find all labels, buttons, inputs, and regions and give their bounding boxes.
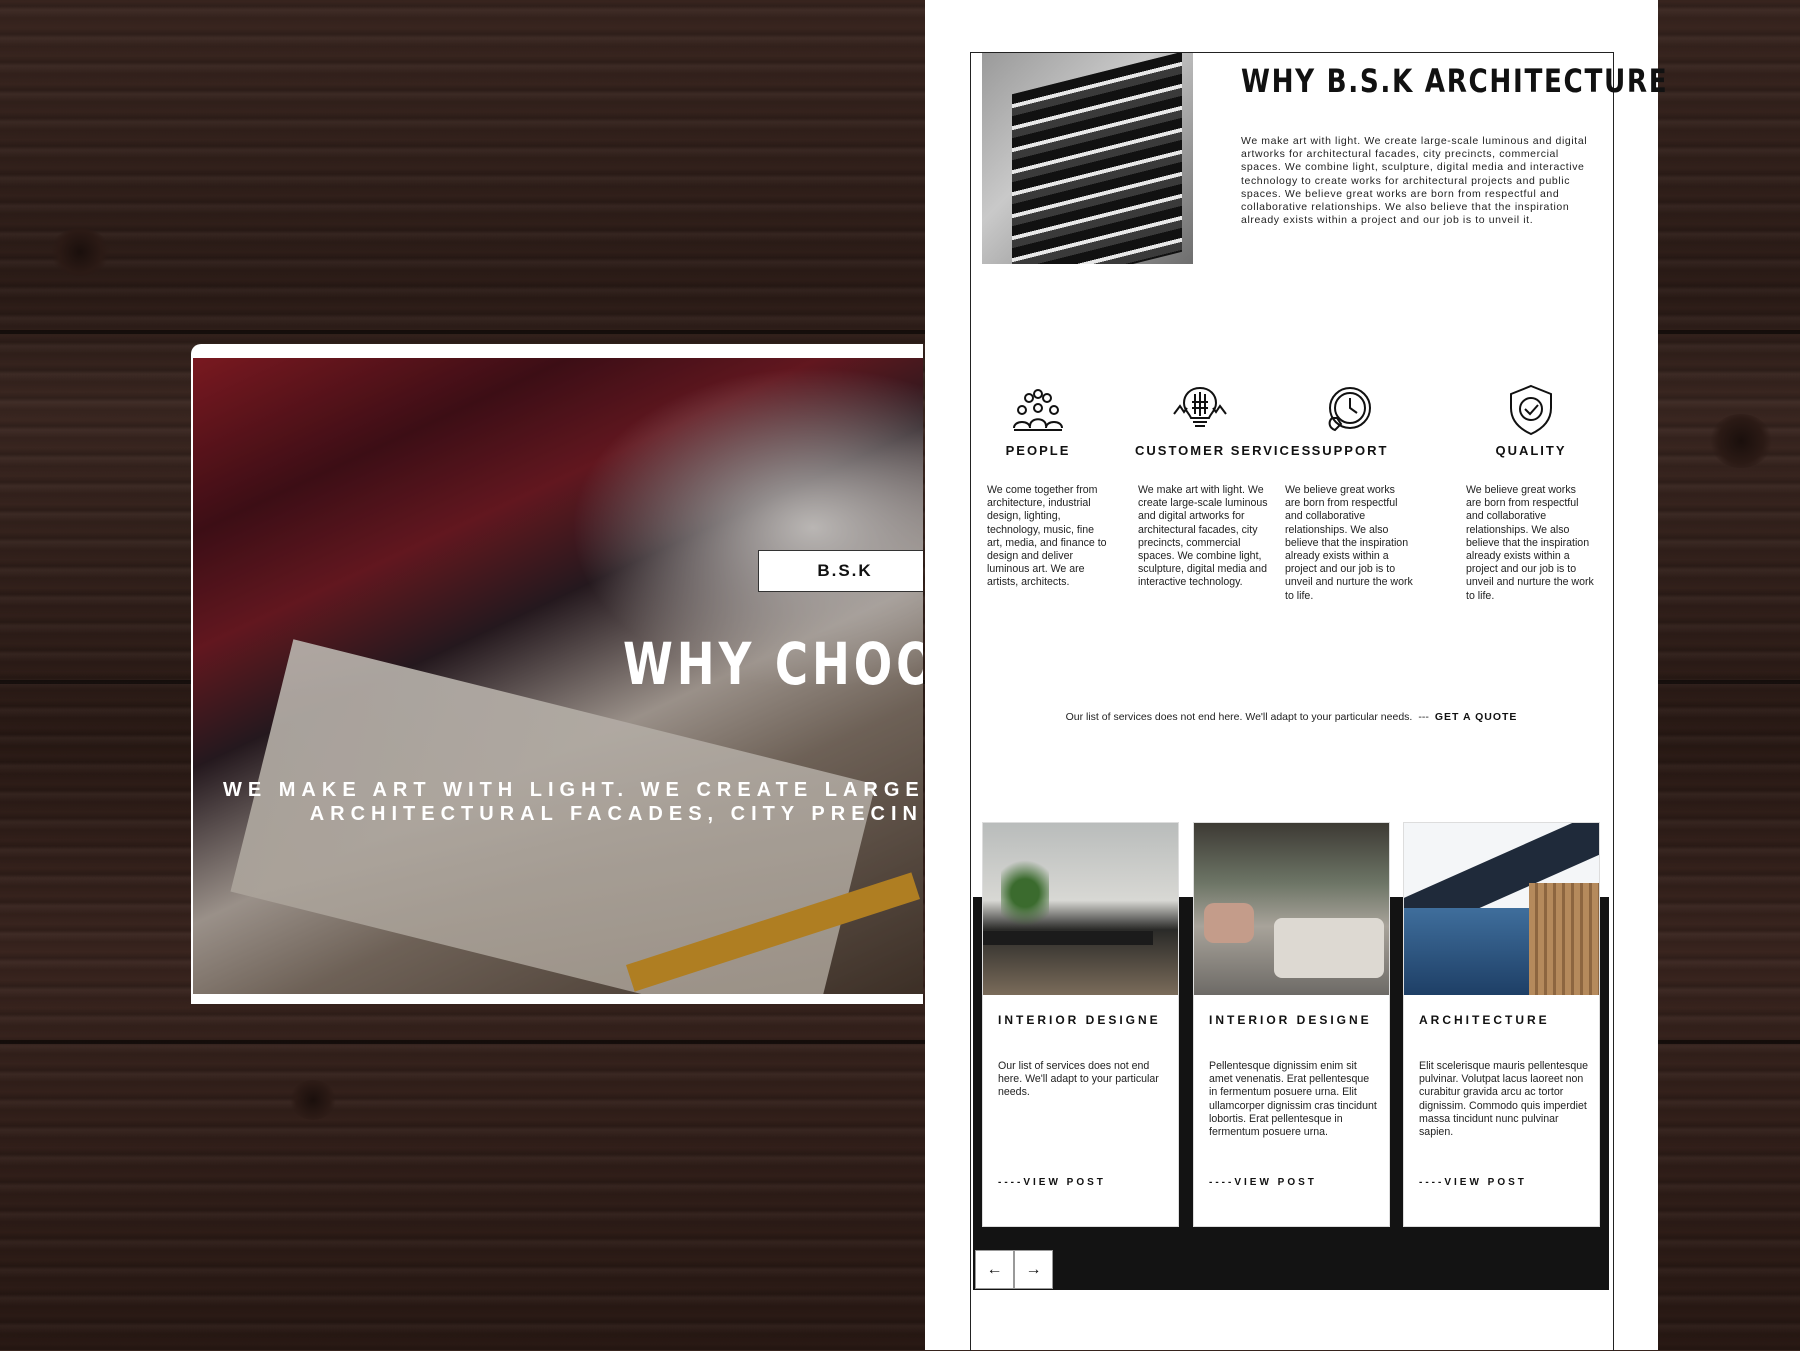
building-photo (982, 53, 1193, 264)
feature-title: PEOPLE (1005, 443, 1071, 458)
card-text: Elit scelerisque mauris pellentesque pul… (1419, 1060, 1588, 1139)
card-photo-interior (983, 823, 1178, 995)
card-title: INTERIOR DESIGNE (998, 1013, 1161, 1027)
hero-subtitle-line1: WE MAKE ART WITH LIGHT. WE CREATE LARGE-… (223, 779, 923, 801)
service-card[interactable]: ARCHITECTURE Elit scelerisque mauris pel… (1403, 822, 1600, 1227)
people-icon (1013, 389, 1063, 431)
feature-people: PEOPLE We come together from architectur… (973, 384, 1107, 588)
view-post-link[interactable]: ----VIEW POST (998, 1177, 1106, 1188)
wood-knot (1710, 414, 1772, 468)
shield-check-icon (1510, 384, 1552, 436)
card-photo-architecture (1404, 823, 1599, 995)
feature-text: We believe great works are born from res… (1466, 484, 1594, 602)
prev-arrow-button[interactable]: ← (975, 1250, 1014, 1289)
service-card[interactable]: INTERIOR DESIGNE Our list of services do… (982, 822, 1179, 1227)
feature-text: We come together from architecture, indu… (987, 484, 1107, 589)
card-text: Our list of services does not end here. … (998, 1060, 1159, 1099)
about-text: We make art with light. We create large-… (1241, 135, 1588, 227)
arrow-left-icon: ← (986, 1260, 1003, 1278)
card-title: ARCHITECTURE (1419, 1013, 1550, 1027)
wood-knot (50, 228, 110, 276)
card-title: INTERIOR DESIGNE (1209, 1013, 1372, 1027)
clock-support-icon (1328, 387, 1371, 432)
about-title: WHY B.S.K ARCHITECTURE (1241, 62, 1669, 100)
page-panel: WHY B.S.K ARCHITECTURE We make art with … (925, 0, 1667, 1351)
site-logo[interactable]: B.S.K (758, 550, 923, 592)
card-photo-living-room (1194, 823, 1389, 995)
feature-title: CUSTOMER SERVICES (1135, 443, 1313, 458)
cta-line: Our list of services does not end here. … (925, 711, 1658, 723)
get-a-quote-link[interactable]: GET A QUOTE (1435, 711, 1518, 723)
feature-title: SUPPORT (1311, 443, 1389, 458)
next-arrow-button[interactable]: → (1014, 1250, 1053, 1289)
cta-dash: --- (1418, 711, 1429, 723)
cta-text: Our list of services does not end here. … (1065, 711, 1413, 723)
view-post-link[interactable]: ----VIEW POST (1419, 1177, 1527, 1188)
hero-background-photo: B.S.K WHY CHOOS WE MAKE ART WITH LIGHT. … (193, 358, 923, 994)
hero-title: WHY CHOOS (623, 630, 923, 698)
feature-quality: QUALITY We believe great works are born … (1466, 384, 1596, 602)
feature-customer-services: CUSTOMER SERVICES We make art with light… (1135, 384, 1313, 588)
arrow-right-icon: → (1025, 1260, 1042, 1278)
lightbulb-brain-icon (1173, 386, 1227, 427)
hero-section: B.S.K WHY CHOOS WE MAKE ART WITH LIGHT. … (191, 344, 923, 1004)
card-text: Pellentesque dignissim enim sit amet ven… (1209, 1060, 1377, 1139)
wood-knot (290, 1080, 336, 1120)
feature-support: SUPPORT We believe great works are born … (1285, 384, 1415, 602)
feature-text: We believe great works are born from res… (1285, 484, 1413, 602)
view-post-link[interactable]: ----VIEW POST (1209, 1177, 1317, 1188)
feature-title: QUALITY (1495, 443, 1567, 458)
feature-text: We make art with light. We create large-… (1138, 484, 1268, 589)
hero-subtitle: WE MAKE ART WITH LIGHT. WE CREATE LARGE-… (223, 778, 923, 826)
hero-subtitle-line2: ARCHITECTURAL FACADES, CITY PRECIN (309, 803, 923, 825)
service-card[interactable]: INTERIOR DESIGNE Pellentesque dignissim … (1193, 822, 1390, 1227)
